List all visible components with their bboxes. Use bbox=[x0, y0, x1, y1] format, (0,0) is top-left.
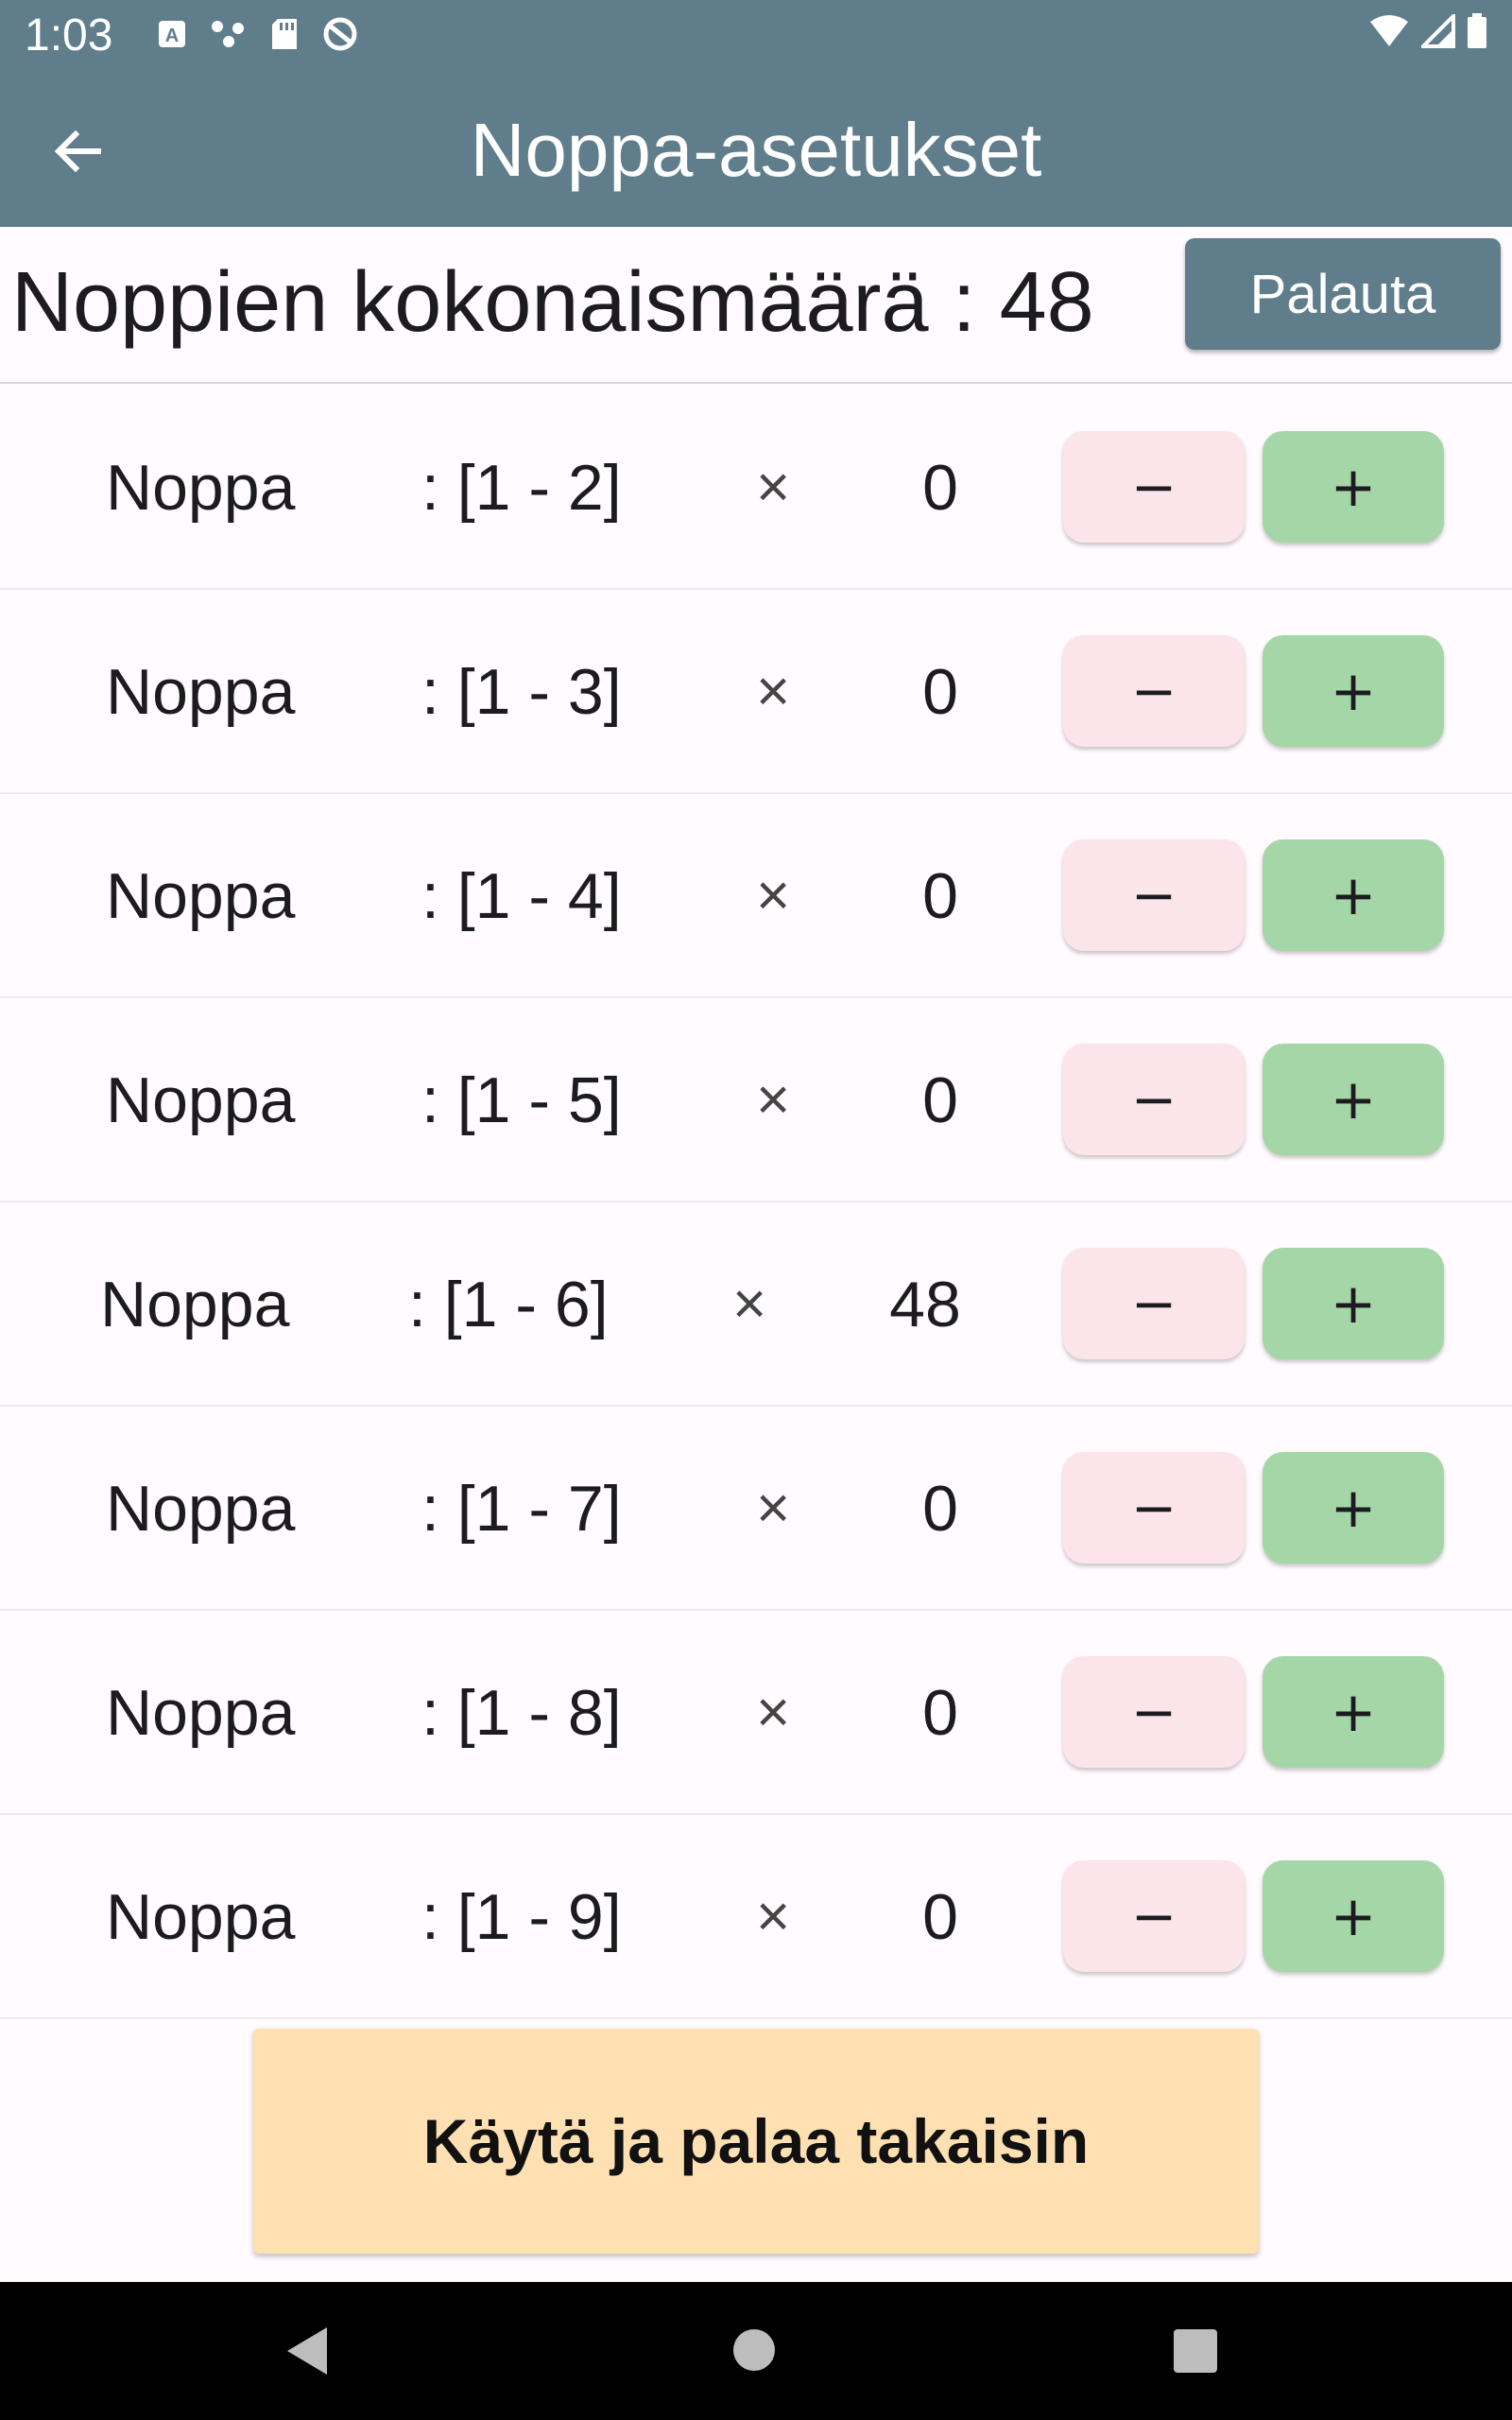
dice-range: : [1 - 8] bbox=[421, 1677, 622, 1749]
dice-count: 0 bbox=[922, 860, 958, 932]
dice-row: Noppa : [1 - 8] × 0 − + bbox=[0, 1611, 1512, 1815]
times-sign: × bbox=[756, 1476, 791, 1541]
dice-row: Noppa : [1 - 4] × 0 − + bbox=[0, 794, 1512, 998]
page-title: Noppa-asetukset bbox=[470, 108, 1042, 192]
dice-name: Noppa bbox=[106, 1677, 296, 1749]
dice-row: Noppa : [1 - 6] × 48 − + bbox=[0, 1202, 1512, 1407]
dice-row: Noppa : [1 - 5] × 0 − + bbox=[0, 998, 1512, 1202]
dice-name: Noppa bbox=[106, 656, 296, 728]
dice-name: Noppa bbox=[100, 1269, 290, 1340]
dice-row: Noppa : [1 - 3] × 0 − + bbox=[0, 590, 1512, 794]
dice-count: 0 bbox=[922, 1064, 958, 1136]
dice-count: 0 bbox=[922, 1881, 958, 1953]
decrease-button[interactable]: − bbox=[1063, 1044, 1245, 1155]
dice-row: Noppa : [1 - 2] × 0 − + bbox=[0, 386, 1512, 590]
increase-button[interactable]: + bbox=[1263, 1860, 1444, 1972]
battery-icon bbox=[1468, 13, 1486, 48]
dice-range: : [1 - 2] bbox=[421, 452, 622, 524]
decrease-button[interactable]: − bbox=[1063, 635, 1245, 747]
dice-list: Noppa : [1 - 2] × 0 − + Noppa : [1 - 3] … bbox=[0, 386, 1512, 2019]
increase-button[interactable]: + bbox=[1263, 1656, 1444, 1768]
dice-range: : [1 - 9] bbox=[421, 1881, 622, 1953]
app-bar: Noppa-asetukset bbox=[0, 70, 1512, 227]
dice-range: : [1 - 6] bbox=[408, 1269, 609, 1340]
increase-button[interactable]: + bbox=[1263, 839, 1444, 951]
dice-count: 0 bbox=[922, 1677, 958, 1749]
text-a-icon: A bbox=[159, 21, 185, 47]
times-sign: × bbox=[732, 1271, 767, 1337]
reset-button[interactable]: Palauta bbox=[1185, 238, 1501, 350]
total-dice-text: Noppien kokonaismäärä : 48 bbox=[11, 255, 1094, 350]
status-icons-left: A bbox=[157, 15, 359, 53]
decrease-button[interactable]: − bbox=[1063, 839, 1245, 951]
increase-button[interactable]: + bbox=[1263, 1248, 1444, 1359]
increase-button[interactable]: + bbox=[1263, 1452, 1444, 1564]
increase-button[interactable]: + bbox=[1263, 431, 1444, 543]
dice-row: Noppa : [1 - 9] × 0 − + bbox=[0, 1815, 1512, 2019]
sync-icon bbox=[323, 17, 357, 51]
dice-name: Noppa bbox=[106, 860, 296, 932]
dice-name: Noppa bbox=[106, 452, 296, 524]
signal-icon bbox=[1421, 14, 1455, 48]
dots-icon bbox=[212, 21, 244, 47]
times-sign: × bbox=[756, 1884, 791, 1949]
dice-count: 0 bbox=[922, 1473, 958, 1545]
dice-count: 0 bbox=[922, 452, 958, 524]
dice-name: Noppa bbox=[106, 1473, 296, 1545]
increase-button[interactable]: + bbox=[1263, 1044, 1444, 1155]
dice-row: Noppa : [1 - 7] × 0 − + bbox=[0, 1407, 1512, 1611]
status-bar: 1:03 A bbox=[0, 0, 1512, 70]
svg-text:A: A bbox=[165, 26, 179, 46]
nav-home-icon[interactable] bbox=[733, 2329, 775, 2371]
times-sign: × bbox=[756, 863, 791, 928]
navigation-bar bbox=[0, 2282, 1512, 2420]
decrease-button[interactable]: − bbox=[1063, 1248, 1245, 1359]
status-icons-right bbox=[1368, 13, 1487, 49]
dice-count: 48 bbox=[889, 1269, 961, 1340]
decrease-button[interactable]: − bbox=[1063, 1656, 1245, 1768]
dice-count: 0 bbox=[922, 656, 958, 728]
nav-back-icon[interactable] bbox=[284, 2325, 331, 2377]
status-time: 1:03 bbox=[25, 10, 113, 60]
decrease-button[interactable]: − bbox=[1063, 1860, 1245, 1972]
dice-name: Noppa bbox=[106, 1881, 296, 1953]
dice-range: : [1 - 5] bbox=[421, 1064, 622, 1136]
dice-range: : [1 - 3] bbox=[421, 656, 622, 728]
times-sign: × bbox=[756, 659, 791, 724]
dice-range: : [1 - 7] bbox=[421, 1473, 622, 1545]
decrease-button[interactable]: − bbox=[1063, 1452, 1245, 1564]
times-sign: × bbox=[756, 1067, 791, 1132]
decrease-button[interactable]: − bbox=[1063, 431, 1245, 543]
sd-card-icon bbox=[272, 19, 297, 49]
wifi-icon bbox=[1370, 15, 1408, 46]
dice-name: Noppa bbox=[106, 1064, 296, 1136]
nav-recents-icon[interactable] bbox=[1174, 2329, 1217, 2373]
dice-range: : [1 - 4] bbox=[421, 860, 622, 932]
total-dice-summary: Noppien kokonaismäärä : 48 Palauta bbox=[0, 227, 1512, 384]
times-sign: × bbox=[756, 455, 791, 520]
increase-button[interactable]: + bbox=[1263, 635, 1444, 747]
apply-and-return-button[interactable]: Käytä ja palaa takaisin bbox=[253, 2029, 1259, 2254]
times-sign: × bbox=[756, 1680, 791, 1745]
